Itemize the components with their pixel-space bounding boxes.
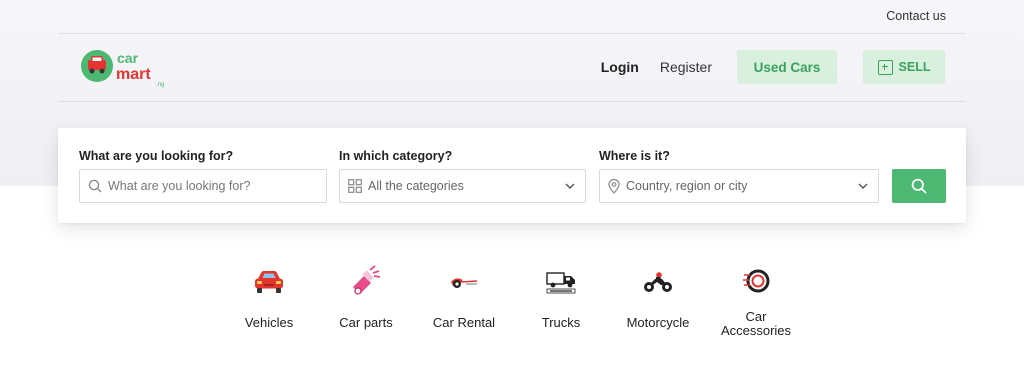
search-icon: [911, 178, 927, 194]
tire-icon: [743, 269, 770, 293]
category-label: In which category?: [339, 149, 453, 163]
header-divider-top: [58, 33, 966, 34]
logo-text-car: car: [117, 50, 139, 66]
category-value: All the categories: [368, 179, 464, 193]
category-label: Vehicles: [244, 315, 294, 330]
plus-icon: [877, 59, 893, 75]
category-label: Car Accessories: [720, 309, 792, 338]
car-parts-icon: [353, 265, 381, 295]
what-field[interactable]: [79, 169, 327, 203]
car-rental-icon: [451, 278, 478, 288]
header-nav: Login Register Used Cars SELL: [601, 50, 945, 84]
car-icon: [255, 271, 283, 293]
search-button[interactable]: [892, 169, 946, 203]
sell-label: SELL: [898, 60, 931, 74]
logo-text-mart: mart: [116, 66, 151, 83]
category-car-rental[interactable]: Car Rental: [427, 262, 501, 330]
truck-icon: [546, 272, 576, 294]
category-label: Trucks: [541, 315, 581, 330]
category-trucks[interactable]: Trucks: [533, 262, 589, 330]
search-panel: What are you looking for? In which categ…: [58, 128, 966, 223]
carmart-logo[interactable]: car mart .ng: [80, 48, 170, 88]
category-motorcycle[interactable]: Motorcycle: [622, 262, 694, 330]
chevron-down-icon: [858, 183, 868, 189]
category-label: Car Rental: [432, 315, 496, 330]
header-divider-bottom: [58, 101, 966, 102]
chevron-down-icon: [565, 183, 575, 189]
sell-button[interactable]: SELL: [863, 50, 945, 84]
location-value: Country, region or city: [626, 179, 748, 193]
login-link[interactable]: Login: [601, 59, 639, 75]
where-label: Where is it?: [599, 149, 670, 163]
category-label: Motorcycle: [626, 315, 690, 330]
what-input[interactable]: [108, 179, 326, 193]
what-label: What are you looking for?: [79, 149, 234, 163]
motorcycle-icon: [644, 272, 672, 292]
register-link[interactable]: Register: [660, 59, 712, 75]
category-car-parts[interactable]: Car parts: [333, 262, 399, 330]
category-select[interactable]: All the categories: [339, 169, 586, 203]
location-select[interactable]: Country, region or city: [599, 169, 879, 203]
category-vehicles[interactable]: Vehicles: [236, 262, 302, 330]
grid-icon: [348, 179, 362, 193]
logo-text-suffix: .ng: [156, 82, 164, 88]
category-label: Car parts: [339, 315, 393, 330]
category-car-accessories[interactable]: Car Accessories: [716, 262, 796, 338]
location-pin-icon: [608, 178, 620, 194]
contact-us-link[interactable]: Contact us: [886, 9, 946, 23]
search-icon: [88, 179, 102, 193]
used-cars-button[interactable]: Used Cars: [737, 50, 837, 84]
